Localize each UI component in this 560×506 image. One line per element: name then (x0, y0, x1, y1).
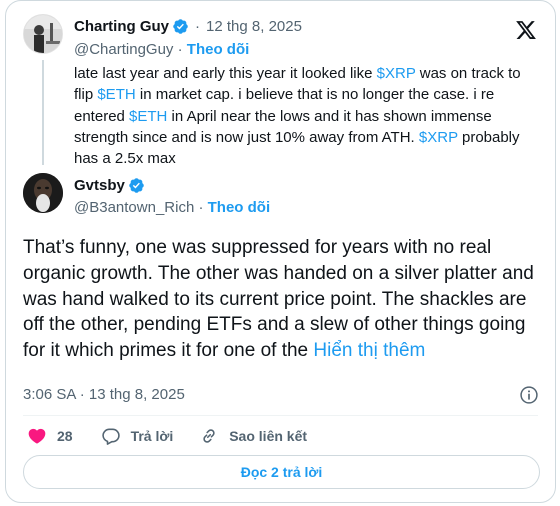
avatar-image (24, 15, 62, 53)
author-avatar[interactable] (23, 173, 63, 213)
link-icon (203, 429, 215, 443)
cashtag-link[interactable]: $XRP (419, 129, 458, 146)
tweet-text-content: That’s funny, one was suppressed for yea… (23, 237, 534, 362)
like-count: 28 (57, 428, 73, 444)
cashtag-link[interactable]: $ETH (97, 86, 135, 103)
quoted-date[interactable]: 12 thg 8, 2025 (206, 18, 302, 35)
info-icon[interactable] (519, 385, 539, 405)
reply-button[interactable]: Trả lời (101, 426, 174, 446)
thread-connector-line (42, 60, 44, 165)
tweet-timestamp[interactable]: 3:06 SA · 13 thg 8, 2025 (23, 386, 185, 403)
author-header: Gvtsby (74, 177, 145, 194)
subline-separator: · (198, 199, 204, 216)
show-more-link[interactable]: Hiển thị thêm (313, 340, 425, 361)
reply-label: Trả lời (130, 428, 174, 444)
cashtag-link[interactable]: $ETH (129, 108, 167, 125)
reply-bubble-icon (101, 428, 120, 445)
follow-button[interactable]: Theo dõi (208, 199, 271, 216)
quoted-author-avatar[interactable] (23, 14, 63, 54)
tweet-text: That’s funny, one was suppressed for yea… (23, 235, 548, 364)
divider (23, 415, 538, 416)
header-separator: · (195, 18, 201, 35)
tweet-embed-card: Charting Guy · 12 thg 8, 2025 @ChartingG… (5, 0, 556, 503)
verified-badge-icon (173, 19, 188, 34)
like-button[interactable]: 28 (27, 426, 73, 446)
heart-icon (28, 428, 46, 444)
quoted-author-subline: @ChartingGuy · Theo dõi (74, 41, 249, 58)
quoted-tweet-text: late last year and early this year it lo… (74, 63, 530, 169)
author-handle[interactable]: @B3antown_Rich (74, 199, 194, 216)
verified-badge-icon (129, 178, 144, 193)
action-bar: 28 Trả lời Sao liên kết (27, 424, 307, 448)
copy-link-button[interactable]: Sao liên kết (199, 426, 307, 446)
quoted-author-header: Charting Guy · 12 thg 8, 2025 (74, 18, 302, 35)
quoted-follow-button[interactable]: Theo dõi (187, 41, 250, 58)
text-segment: late last year and early this year it lo… (74, 65, 377, 82)
subline-separator: · (177, 41, 183, 58)
copy-link-label: Sao liên kết (229, 428, 308, 444)
quoted-author-name[interactable]: Charting Guy (74, 18, 169, 35)
author-name[interactable]: Gvtsby (74, 177, 125, 194)
avatar-image (23, 173, 63, 213)
read-replies-button[interactable]: Đọc 2 trả lời (23, 455, 540, 489)
x-logo-icon[interactable] (515, 19, 537, 41)
author-subline: @B3antown_Rich · Theo dõi (74, 199, 270, 216)
cashtag-link[interactable]: $XRP (377, 65, 416, 82)
quoted-author-handle[interactable]: @ChartingGuy (74, 41, 173, 58)
